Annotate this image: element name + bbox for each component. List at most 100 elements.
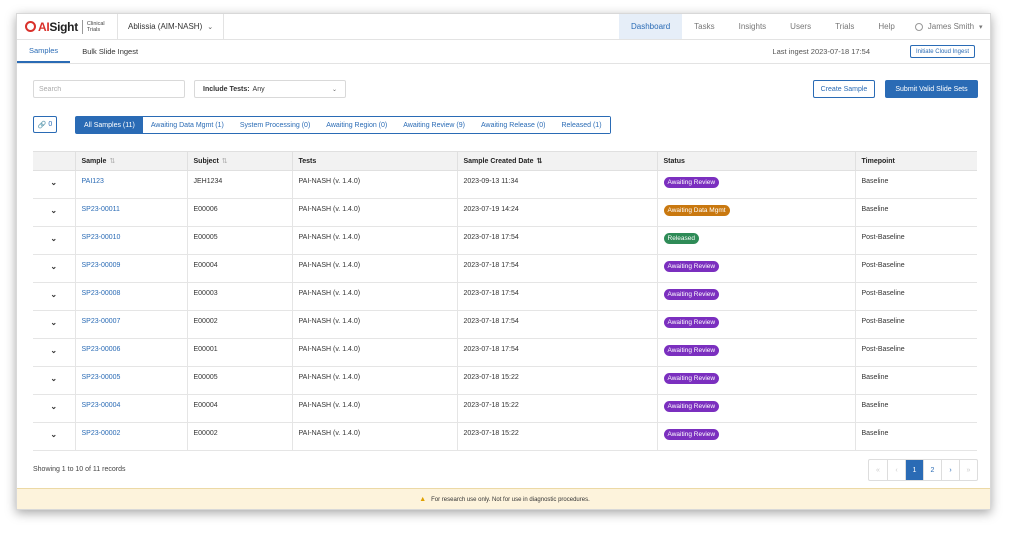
row-expand-toggle[interactable]: ⌄ xyxy=(33,366,75,395)
sample-cell[interactable]: SP23-00010 xyxy=(74,226,187,255)
status-cell: Awaiting Review xyxy=(656,366,855,395)
status-tab-awaiting-release[interactable]: Awaiting Release (0) xyxy=(472,117,554,133)
include-tests-select[interactable]: Include Tests: Any ⌄ xyxy=(194,80,346,98)
table-row[interactable]: ⌄ SP23-00007 E00002 PAI-NASH (v. 1.4.0) 2023… xyxy=(33,310,977,339)
sample-link[interactable]: SP23-00006 xyxy=(82,346,121,353)
page-button-2[interactable]: 2 xyxy=(923,460,941,480)
subject-cell: E00004 xyxy=(186,254,292,283)
nav-insights[interactable]: Insights xyxy=(727,14,779,39)
sample-link[interactable]: SP23-00002 xyxy=(82,430,121,437)
sample-cell[interactable]: SP23-00006 xyxy=(74,338,187,367)
status-badge: Awaiting Review xyxy=(663,345,720,356)
status-badge: Awaiting Review xyxy=(663,429,720,440)
status-cell: Awaiting Review xyxy=(656,422,855,451)
research-use-disclaimer: ▲ For research use only. Not for use in … xyxy=(17,488,990,509)
status-cell: Awaiting Data Mgmt xyxy=(656,198,855,227)
row-expand-toggle[interactable]: ⌄ xyxy=(33,338,75,367)
linked-filter-button[interactable]: 🔗 0 xyxy=(33,116,57,133)
timepoint-cell: Post-Baseline xyxy=(854,338,977,367)
row-expand-toggle[interactable]: ⌄ xyxy=(33,310,75,339)
sample-cell[interactable]: SP23-00002 xyxy=(74,422,187,451)
sample-link[interactable]: SP23-00005 xyxy=(82,374,121,381)
status-tab-awaiting-region[interactable]: Awaiting Region (0) xyxy=(318,117,396,133)
sample-link[interactable]: PAI123 xyxy=(82,178,104,185)
disclaimer-text: For research use only. Not for use in di… xyxy=(431,496,590,503)
row-expand-toggle[interactable]: ⌄ xyxy=(33,226,75,255)
sample-link[interactable]: SP23-00007 xyxy=(82,318,121,325)
tab-bulk-slide-ingest[interactable]: Bulk Slide Ingest xyxy=(70,40,150,63)
sort-active-icon: ⇅ xyxy=(536,158,543,165)
sort-icon: ⇅ xyxy=(109,158,116,165)
tab-samples[interactable]: Samples xyxy=(17,40,71,63)
subject-cell: E00005 xyxy=(186,226,292,255)
tests-cell: PAI-NASH (v. 1.4.0) xyxy=(291,366,457,395)
status-badge: Released xyxy=(663,233,699,244)
sample-link[interactable]: SP23-00011 xyxy=(82,206,120,213)
sample-link[interactable]: SP23-00008 xyxy=(82,290,121,297)
warning-icon: ▲ xyxy=(419,496,427,503)
prev-page-button[interactable]: ‹ xyxy=(887,460,905,480)
sample-link[interactable]: SP23-00010 xyxy=(82,234,121,241)
table-row[interactable]: ⌄ SP23-00002 E00002 PAI-NASH (v. 1.4.0) 2023… xyxy=(33,422,977,451)
status-cell: Awaiting Review xyxy=(656,338,855,367)
sample-link[interactable]: SP23-00009 xyxy=(82,262,121,269)
table-row[interactable]: ⌄ SP23-00010 E00005 PAI-NASH (v. 1.4.0) 2023… xyxy=(33,226,977,255)
nav-tasks[interactable]: Tasks xyxy=(682,14,726,39)
table-row[interactable]: ⌄ SP23-00008 E00003 PAI-NASH (v. 1.4.0) 2023… xyxy=(33,282,977,311)
sample-cell[interactable]: PAI123 xyxy=(74,170,187,199)
row-expand-toggle[interactable]: ⌄ xyxy=(33,198,75,227)
chevron-down-icon: ⌄ xyxy=(50,402,58,411)
initiate-cloud-ingest-button[interactable]: Initiate Cloud Ingest xyxy=(909,45,975,58)
row-expand-toggle[interactable]: ⌄ xyxy=(33,394,75,423)
submit-valid-slide-sets-button[interactable]: Submit Valid Slide Sets xyxy=(885,80,978,98)
sample-link[interactable]: SP23-00004 xyxy=(82,402,121,409)
table-row[interactable]: ⌄ SP23-00011 E00006 PAI-NASH (v. 1.4.0) 2023… xyxy=(33,198,977,227)
row-expand-toggle[interactable]: ⌄ xyxy=(33,282,75,311)
nav-users[interactable]: Users xyxy=(778,14,823,39)
table-body: ⌄ PAI123 JEH1234 PAI-NASH (v. 1.4.0) 2023-09… xyxy=(33,170,977,451)
status-badge: Awaiting Review xyxy=(663,177,720,188)
table-row[interactable]: ⌄ SP23-00006 E00001 PAI-NASH (v. 1.4.0) 2023… xyxy=(33,338,977,367)
table-row[interactable]: ⌄ SP23-00009 E00004 PAI-NASH (v. 1.4.0) 2023… xyxy=(33,254,977,283)
status-badge: Awaiting Review xyxy=(663,317,720,328)
sample-cell[interactable]: SP23-00009 xyxy=(74,254,187,283)
sample-cell[interactable]: SP23-00007 xyxy=(74,310,187,339)
row-expand-toggle[interactable]: ⌄ xyxy=(33,170,75,199)
column-header-tests: Tests xyxy=(291,151,457,171)
status-cell: Awaiting Review xyxy=(656,282,855,311)
table-row[interactable]: ⌄ SP23-00005 E00005 PAI-NASH (v. 1.4.0) 2023… xyxy=(33,366,977,395)
sample-cell[interactable]: SP23-00004 xyxy=(74,394,187,423)
page-button-1[interactable]: 1 xyxy=(905,460,923,480)
search-input[interactable] xyxy=(33,80,185,98)
table-row[interactable]: ⌄ SP23-00004 E00004 PAI-NASH (v. 1.4.0) 2023… xyxy=(33,394,977,423)
next-page-button[interactable]: › xyxy=(941,460,959,480)
status-tab-awaiting-review[interactable]: Awaiting Review (9) xyxy=(395,117,473,133)
linked-count: 0 xyxy=(48,121,53,128)
sample-cell[interactable]: SP23-00008 xyxy=(74,282,187,311)
first-page-button[interactable]: « xyxy=(869,460,887,480)
create-sample-button[interactable]: Create Sample xyxy=(813,80,875,98)
column-header-sample[interactable]: Sample ⇅ xyxy=(74,151,187,171)
created-date-cell: 2023-07-18 17:54 xyxy=(456,338,657,367)
column-header-subject[interactable]: Subject ⇅ xyxy=(186,151,292,171)
status-tab-all[interactable]: All Samples (11) xyxy=(76,117,143,133)
timepoint-cell: Baseline xyxy=(854,198,977,227)
top-navigation: AISight Clinical Trials Ablissia (AIM-NAS… xyxy=(17,14,990,40)
project-selector[interactable]: Ablissia (AIM-NASH) ⌄ xyxy=(117,14,224,39)
nav-dashboard[interactable]: Dashboard xyxy=(619,14,683,39)
app-logo[interactable]: AISight Clinical Trials xyxy=(17,14,117,39)
status-tab-released[interactable]: Released (1) xyxy=(553,117,610,133)
user-menu[interactable]: James Smith ▾ xyxy=(907,14,983,39)
sample-cell[interactable]: SP23-00005 xyxy=(74,366,187,395)
sub-navigation: Samples Bulk Slide Ingest Last ingest 20… xyxy=(17,40,990,64)
row-expand-toggle[interactable]: ⌄ xyxy=(33,254,75,283)
nav-help[interactable]: Help xyxy=(866,14,906,39)
last-page-button[interactable]: » xyxy=(959,460,977,480)
sample-cell[interactable]: SP23-00011 xyxy=(74,198,187,227)
status-tab-system-processing[interactable]: System Processing (0) xyxy=(231,117,319,133)
column-header-created-date[interactable]: Sample Created Date ⇅ xyxy=(456,151,657,171)
status-tab-awaiting-data-mgmt[interactable]: Awaiting Data Mgmt (1) xyxy=(142,117,232,133)
table-row[interactable]: ⌄ PAI123 JEH1234 PAI-NASH (v. 1.4.0) 2023-09… xyxy=(33,170,977,199)
nav-trials[interactable]: Trials xyxy=(823,14,866,39)
row-expand-toggle[interactable]: ⌄ xyxy=(33,422,75,451)
